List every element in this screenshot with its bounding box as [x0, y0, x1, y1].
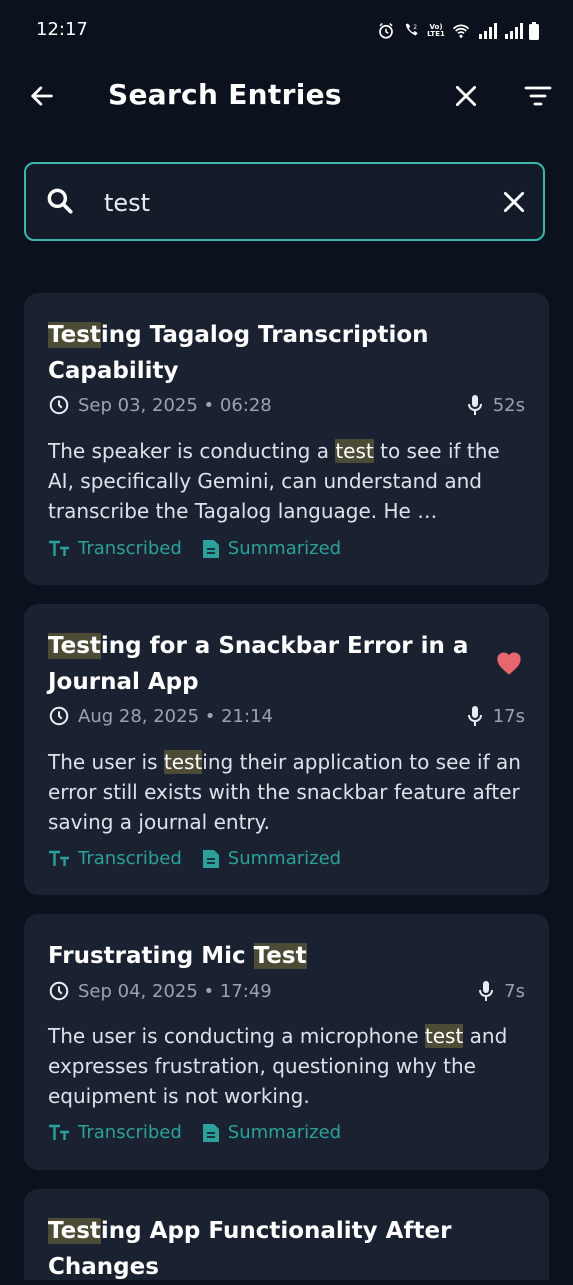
battery-icon — [529, 22, 539, 40]
entry-tags: Transcribed Summarized — [48, 538, 341, 559]
tag-label: Transcribed — [78, 538, 182, 559]
search-input[interactable] — [102, 184, 486, 222]
summary-text: The user is — [48, 750, 164, 774]
volte-indicator: Vo) LTE1 — [427, 23, 445, 38]
transcribed-tag: Transcribed — [48, 1122, 182, 1143]
summarized-tag: Summarized — [202, 538, 341, 559]
search-icon — [44, 185, 76, 221]
entry-card[interactable]: Testing for a Snackbar Error in a Journa… — [24, 604, 549, 895]
date-text: Aug 28, 2025 • 21:14 — [78, 705, 273, 727]
summarized-tag: Summarized — [202, 1122, 341, 1143]
close-icon — [503, 191, 525, 213]
entry-title: Testing Tagalog Transcription Capability — [48, 317, 488, 389]
date-text: Sep 03, 2025 • 06:28 — [78, 394, 272, 416]
text-format-icon — [49, 850, 69, 866]
summary-text: The user is conducting a microphone — [48, 1024, 425, 1048]
title-highlight: Test — [48, 322, 101, 348]
filter-icon — [524, 86, 552, 106]
clock-icon — [49, 395, 69, 415]
tag-label: Transcribed — [78, 848, 182, 869]
entry-duration: 17s — [467, 705, 525, 727]
title-text: ing App Functionality After Changes — [48, 1218, 452, 1280]
search-field[interactable] — [24, 162, 545, 241]
status-icons: 2 Vo) LTE1 — [377, 22, 539, 40]
tag-label: Summarized — [227, 848, 342, 869]
clock-icon — [49, 981, 69, 1001]
document-icon — [202, 1123, 219, 1142]
summary-highlight: test — [335, 439, 374, 463]
wifi-calling-icon: 2 — [401, 22, 421, 40]
text-format-icon — [49, 540, 69, 556]
title-text: ing for a Snackbar Error in a Journal Ap… — [48, 633, 469, 695]
wifi-icon — [451, 22, 471, 40]
entry-card[interactable]: Testing Tagalog Transcription Capability… — [24, 293, 549, 585]
duration-text: 52s — [492, 394, 525, 416]
tag-label: Summarized — [227, 538, 342, 559]
entry-summary: The user is testing their application to… — [48, 747, 532, 837]
clear-search-button[interactable] — [494, 182, 534, 222]
microphone-icon — [467, 395, 482, 415]
entry-duration: 7s — [478, 980, 525, 1002]
summary-highlight: test — [424, 1024, 464, 1048]
signal-icon — [477, 23, 497, 39]
signal-icon — [503, 23, 523, 39]
title-highlight: Test — [48, 1218, 101, 1244]
entry-card[interactable]: Frustrating Mic Test Sep 04, 2025 • 17:4… — [24, 914, 549, 1170]
close-icon — [455, 85, 477, 107]
entry-date: Sep 03, 2025 • 06:28 — [48, 394, 272, 416]
duration-text: 7s — [504, 980, 525, 1002]
favorite-button[interactable] — [495, 650, 523, 680]
svg-text:2: 2 — [413, 24, 417, 31]
transcribed-tag: Transcribed — [48, 848, 182, 869]
entry-card[interactable]: Testing App Functionality After Changes — [24, 1189, 549, 1280]
alarm-icon — [377, 22, 395, 40]
status-bar: 12:17 2 Vo) LTE1 — [0, 0, 573, 64]
tag-label: Summarized — [227, 1122, 342, 1143]
title-text: Frustrating Mic — [48, 943, 254, 969]
summarized-tag: Summarized — [202, 848, 341, 869]
microphone-icon — [467, 706, 482, 726]
heart-icon — [497, 652, 521, 675]
entry-tags: Transcribed Summarized — [48, 848, 341, 869]
entry-date: Sep 04, 2025 • 17:49 — [48, 980, 272, 1002]
summary-highlight: test — [163, 750, 203, 774]
title-highlight: Test — [253, 943, 307, 969]
entry-title: Testing App Functionality After Changes — [48, 1213, 488, 1285]
close-search-button[interactable] — [446, 76, 486, 116]
entry-date: Aug 28, 2025 • 21:14 — [48, 705, 273, 727]
microphone-icon — [479, 981, 494, 1001]
entry-summary: The speaker is conducting a test to see … — [48, 436, 532, 526]
entry-summary: The user is conducting a microphone test… — [48, 1021, 532, 1111]
app-bar: Search Entries — [0, 64, 573, 128]
document-icon — [202, 849, 219, 868]
page-title: Search Entries — [108, 78, 342, 111]
duration-text: 17s — [492, 705, 525, 727]
back-button[interactable] — [22, 76, 62, 116]
date-text: Sep 04, 2025 • 17:49 — [78, 980, 272, 1002]
summary-text: The speaker is conducting a — [48, 439, 336, 463]
text-format-icon — [49, 1124, 69, 1140]
tag-label: Transcribed — [78, 1122, 182, 1143]
transcribed-tag: Transcribed — [48, 538, 182, 559]
entry-title: Frustrating Mic Test — [48, 938, 488, 974]
title-text: ing Tagalog Transcription Capability — [48, 322, 429, 384]
title-highlight: Test — [48, 633, 101, 659]
document-icon — [202, 539, 219, 558]
entry-duration: 52s — [467, 394, 525, 416]
clock-icon — [49, 706, 69, 726]
entry-title: Testing for a Snackbar Error in a Journa… — [48, 628, 488, 700]
filter-button[interactable] — [518, 76, 558, 116]
status-time: 12:17 — [36, 19, 88, 40]
arrow-left-icon — [31, 86, 53, 106]
entry-tags: Transcribed Summarized — [48, 1122, 341, 1143]
